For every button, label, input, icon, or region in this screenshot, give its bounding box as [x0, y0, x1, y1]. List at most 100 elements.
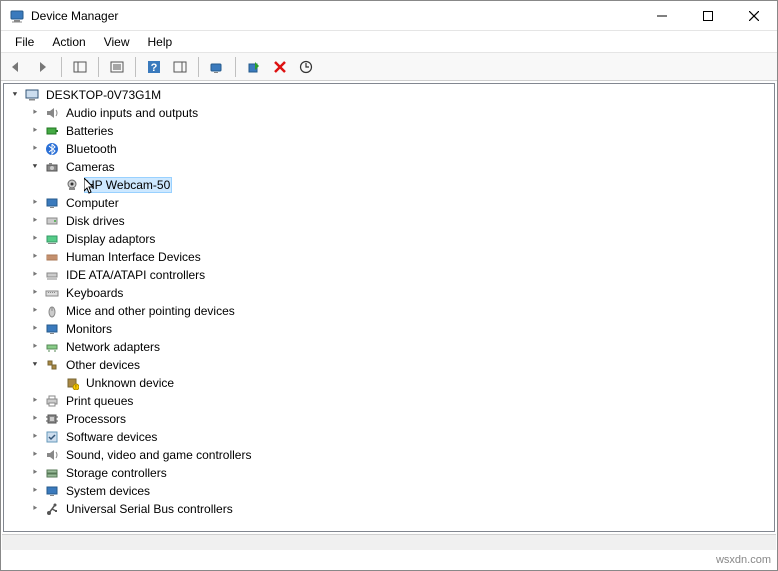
toolbar: ?: [1, 53, 777, 81]
tree-item-computer[interactable]: Computer: [4, 194, 774, 212]
expand-icon[interactable]: [28, 322, 42, 336]
expand-icon[interactable]: [28, 412, 42, 426]
tree-label: Mice and other pointing devices: [64, 303, 237, 319]
expand-icon[interactable]: [28, 430, 42, 444]
tree-item-hid[interactable]: Human Interface Devices: [4, 248, 774, 266]
tree-item-sound[interactable]: Sound, video and game controllers: [4, 446, 774, 464]
forward-button[interactable]: [31, 56, 55, 78]
tree-item-disk[interactable]: Disk drives: [4, 212, 774, 230]
tree-item-bluetooth[interactable]: Bluetooth: [4, 140, 774, 158]
expand-icon[interactable]: [28, 232, 42, 246]
statusbar: [2, 534, 776, 550]
tree-item-display[interactable]: Display adaptors: [4, 230, 774, 248]
keyboard-icon: [44, 285, 60, 301]
show-hide-tree-button[interactable]: [68, 56, 92, 78]
tree-item-unknown[interactable]: ! Unknown device: [4, 374, 774, 392]
tree-item-monitors[interactable]: Monitors: [4, 320, 774, 338]
expand-icon[interactable]: [28, 214, 42, 228]
tree-item-system[interactable]: System devices: [4, 482, 774, 500]
tree-label: Processors: [64, 411, 128, 427]
menu-file[interactable]: File: [7, 33, 42, 51]
tree-label: HP Webcam-50: [84, 177, 172, 193]
menu-view[interactable]: View: [96, 33, 138, 51]
help-button[interactable]: ?: [142, 56, 166, 78]
computer-icon: [24, 87, 40, 103]
expand-icon[interactable]: [28, 448, 42, 462]
action-pane-button[interactable]: [168, 56, 192, 78]
tree-label: Monitors: [64, 321, 114, 337]
expand-icon[interactable]: [28, 466, 42, 480]
properties-button[interactable]: [105, 56, 129, 78]
unknown-device-icon: !: [64, 375, 80, 391]
other-devices-icon: [44, 357, 60, 373]
tree-item-batteries[interactable]: Batteries: [4, 122, 774, 140]
tree-label: Print queues: [64, 393, 135, 409]
svg-text:!: !: [75, 385, 76, 390]
update-driver-button[interactable]: [205, 56, 229, 78]
expand-icon[interactable]: [28, 358, 42, 372]
speaker-icon: [44, 105, 60, 121]
tree-root[interactable]: DESKTOP-0V73G1M: [4, 86, 774, 104]
tree-label: Batteries: [64, 123, 115, 139]
tree-item-cameras[interactable]: Cameras: [4, 158, 774, 176]
tree-item-keyboards[interactable]: Keyboards: [4, 284, 774, 302]
tree-item-mice[interactable]: Mice and other pointing devices: [4, 302, 774, 320]
printer-icon: [44, 393, 60, 409]
sound-icon: [44, 447, 60, 463]
svg-text:?: ?: [151, 62, 158, 74]
camera-icon: [44, 159, 60, 175]
tree-label: IDE ATA/ATAPI controllers: [64, 267, 207, 283]
tree-label: Sound, video and game controllers: [64, 447, 253, 463]
tree-item-network[interactable]: Network adapters: [4, 338, 774, 356]
tree-item-hp-webcam[interactable]: HP Webcam-50: [4, 176, 774, 194]
tree-label: Bluetooth: [64, 141, 119, 157]
webcam-icon: [64, 177, 80, 193]
expand-icon[interactable]: [28, 394, 42, 408]
expand-icon[interactable]: [28, 124, 42, 138]
menu-help[interactable]: Help: [140, 33, 181, 51]
expand-icon[interactable]: [28, 250, 42, 264]
tree-label: Human Interface Devices: [64, 249, 203, 265]
expand-icon[interactable]: [28, 142, 42, 156]
tree-label: Cameras: [64, 159, 117, 175]
tree-label: Computer: [64, 195, 121, 211]
minimize-button[interactable]: [639, 1, 685, 31]
uninstall-device-button[interactable]: [268, 56, 292, 78]
disk-icon: [44, 213, 60, 229]
expand-icon[interactable]: [28, 286, 42, 300]
tree-label: Audio inputs and outputs: [64, 105, 200, 121]
tree-label: System devices: [64, 483, 152, 499]
maximize-button[interactable]: [685, 1, 731, 31]
tree-item-usb[interactable]: Universal Serial Bus controllers: [4, 500, 774, 518]
scan-hardware-button[interactable]: [294, 56, 318, 78]
expand-icon[interactable]: [28, 484, 42, 498]
expand-icon[interactable]: [28, 340, 42, 354]
window-controls: [639, 1, 777, 31]
expand-icon[interactable]: [28, 196, 42, 210]
expand-icon[interactable]: [28, 268, 42, 282]
menu-action[interactable]: Action: [44, 33, 93, 51]
tree-item-storage[interactable]: Storage controllers: [4, 464, 774, 482]
toolbar-separator: [61, 57, 62, 77]
expand-icon[interactable]: [28, 502, 42, 516]
tree-item-audio[interactable]: Audio inputs and outputs: [4, 104, 774, 122]
toolbar-separator: [98, 57, 99, 77]
back-button[interactable]: [5, 56, 29, 78]
battery-icon: [44, 123, 60, 139]
tree-item-printq[interactable]: Print queues: [4, 392, 774, 410]
device-tree[interactable]: DESKTOP-0V73G1M Audio inputs and outputs…: [3, 83, 775, 532]
tree-item-other[interactable]: Other devices: [4, 356, 774, 374]
expand-icon[interactable]: [28, 106, 42, 120]
tree-label: Keyboards: [64, 285, 125, 301]
tree-item-processors[interactable]: Processors: [4, 410, 774, 428]
tree-item-ide[interactable]: IDE ATA/ATAPI controllers: [4, 266, 774, 284]
expand-icon[interactable]: [28, 160, 42, 174]
hid-icon: [44, 249, 60, 265]
enable-device-button[interactable]: [242, 56, 266, 78]
close-button[interactable]: [731, 1, 777, 31]
expand-icon[interactable]: [28, 304, 42, 318]
menubar: File Action View Help: [1, 31, 777, 53]
expand-icon[interactable]: [8, 88, 22, 102]
toolbar-separator: [198, 57, 199, 77]
tree-item-software[interactable]: Software devices: [4, 428, 774, 446]
